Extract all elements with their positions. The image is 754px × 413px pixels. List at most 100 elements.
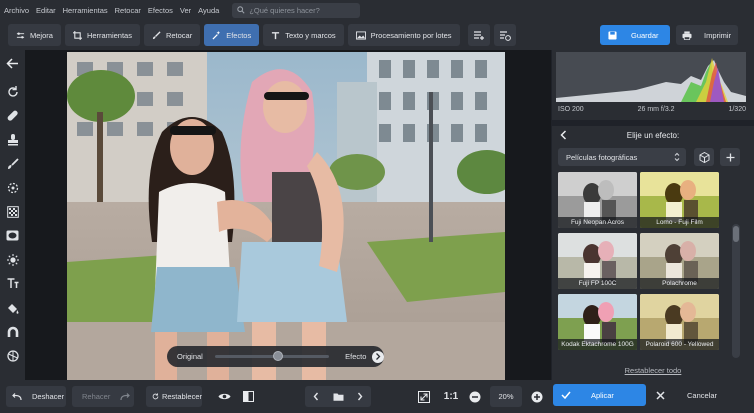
add-layer-button[interactable] xyxy=(467,24,490,46)
tab-procesamiento-lotes[interactable]: Procesamiento por lotes xyxy=(347,24,460,46)
preview-eye-button[interactable] xyxy=(214,386,234,407)
split-view-icon xyxy=(242,391,254,402)
effect-thumb-label: Polachrome xyxy=(640,278,719,289)
plus-icon xyxy=(726,153,734,161)
menu-ver[interactable]: Ver xyxy=(180,6,191,15)
restore-label: Restablecer xyxy=(161,392,202,401)
tab-mejora-label: Mejora xyxy=(30,30,53,40)
tab-texto-marcos[interactable]: Texto y marcos xyxy=(263,24,344,46)
apply-button[interactable]: Aplicar xyxy=(553,384,646,406)
effect-thumb-label: Fuji Neopan Acros xyxy=(558,217,637,228)
vignette-icon[interactable] xyxy=(5,228,20,243)
exif-info: ISO 200 26 mm f/3.2 1/320 xyxy=(558,106,746,113)
effect-thumb-label: Fuji FP 100C xyxy=(558,278,637,289)
effect-category-value: Películas fotográficas xyxy=(566,152,638,162)
zoom-out-button[interactable] xyxy=(468,386,482,407)
close-icon xyxy=(656,390,665,400)
magnet-icon[interactable] xyxy=(5,324,20,339)
compare-track[interactable] xyxy=(214,351,330,361)
save-label: Guardar xyxy=(631,30,659,40)
chevron-right-icon xyxy=(357,392,363,401)
plus-circle-icon xyxy=(531,391,543,402)
reset-all-link[interactable]: Restablecer todo xyxy=(552,366,754,375)
redo-label: Rehacer xyxy=(82,392,111,401)
zoom-in-button[interactable] xyxy=(530,386,544,407)
tab-retocar[interactable]: Retocar xyxy=(143,24,201,46)
tab-procesamiento-lotes-label: Procesamiento por lotes xyxy=(370,30,452,40)
compare-split-button[interactable] xyxy=(238,386,258,407)
print-button[interactable]: Imprimir xyxy=(676,25,738,45)
search-input[interactable]: ¿Qué quieres hacer? xyxy=(232,2,361,18)
brush-icon[interactable] xyxy=(5,156,20,171)
undo-button[interactable]: Deshacer xyxy=(6,386,66,407)
effect-category-select[interactable]: Películas fotográficas xyxy=(558,148,686,166)
before-after-slider[interactable]: Original Efecto xyxy=(167,346,384,367)
circle-select-icon[interactable] xyxy=(5,180,20,195)
next-image-button[interactable] xyxy=(349,386,371,407)
tab-efectos[interactable]: Efectos xyxy=(204,24,260,46)
save-button[interactable]: Guardar xyxy=(600,25,670,45)
restore-button[interactable]: Restablecer xyxy=(146,386,202,407)
effects-grid: Fuji Neopan Acros Lomo - Fuji Film Fuji … xyxy=(558,172,720,358)
restore-icon xyxy=(152,393,159,400)
chevron-left-icon[interactable] xyxy=(560,130,567,140)
photo-canvas[interactable]: Original Efecto xyxy=(25,50,551,380)
menu-herramientas[interactable]: Herramientas xyxy=(63,6,108,15)
history-button[interactable] xyxy=(493,24,516,46)
compare-arrow-button[interactable] xyxy=(372,350,384,363)
tab-herramientas-label: Herramientas xyxy=(86,30,132,40)
brush-icon xyxy=(152,30,161,39)
effect-thumb-label: Polaroid 600 - Yellowed xyxy=(640,339,719,350)
compare-knob[interactable] xyxy=(272,351,283,361)
scrollbar-thumb[interactable] xyxy=(733,226,739,242)
grain-icon[interactable] xyxy=(5,204,20,219)
bucket-icon[interactable] xyxy=(5,300,20,315)
effect-thumb[interactable]: Polachrome xyxy=(640,233,719,289)
fit-screen-icon xyxy=(418,390,430,403)
add-preset-button[interactable] xyxy=(720,148,740,166)
menu-editar[interactable]: Editar xyxy=(36,6,56,15)
apply-label: Aplicar xyxy=(591,390,614,400)
zoom-level[interactable]: 20% xyxy=(490,386,522,407)
stamp-icon[interactable] xyxy=(5,132,20,147)
redo-icon xyxy=(120,392,131,400)
effects-scrollbar[interactable] xyxy=(732,224,740,358)
search-placeholder: ¿Qué quieres hacer? xyxy=(249,5,320,15)
tab-mejora[interactable]: Mejora xyxy=(8,24,61,46)
cancel-button[interactable]: Cancelar xyxy=(650,384,750,406)
effects-header: Elije un efecto: xyxy=(552,126,754,144)
eye-icon xyxy=(218,393,230,400)
sun-icon[interactable] xyxy=(5,252,20,267)
menu-archivo[interactable]: Archivo xyxy=(4,6,29,15)
redo-button[interactable]: Rehacer xyxy=(72,386,134,407)
text-icon[interactable] xyxy=(5,276,20,291)
cube-icon xyxy=(699,151,709,163)
rotate-icon[interactable] xyxy=(5,84,20,99)
prev-image-button[interactable] xyxy=(305,386,327,407)
manage-presets-button[interactable] xyxy=(694,148,714,166)
folder-icon xyxy=(333,393,343,401)
effect-thumb[interactable]: Kodak Ektachrome 100G xyxy=(558,294,637,350)
effect-thumb[interactable]: Polaroid 600 - Yellowed xyxy=(640,294,719,350)
chevron-updown-icon xyxy=(674,152,680,162)
back-arrow-icon[interactable] xyxy=(5,56,20,71)
actual-size-button[interactable]: 1:1 xyxy=(440,386,462,407)
chevron-left-icon xyxy=(313,392,319,401)
left-toolbar xyxy=(0,50,25,380)
tab-herramientas[interactable]: Herramientas xyxy=(64,24,140,46)
shutter-value: 1/320 xyxy=(728,106,746,113)
effect-thumb[interactable]: Fuji FP 100C xyxy=(558,233,637,289)
effect-thumb[interactable]: Fuji Neopan Acros xyxy=(558,172,637,228)
effect-thumb[interactable]: Lomo - Fuji Film xyxy=(640,172,719,228)
open-folder-button[interactable] xyxy=(327,386,349,407)
minus-circle-icon xyxy=(469,391,481,402)
tab-texto-marcos-label: Texto y marcos xyxy=(285,30,336,40)
fit-screen-button[interactable] xyxy=(414,386,434,407)
floppy-icon xyxy=(608,30,617,40)
menu-efectos[interactable]: Efectos xyxy=(148,6,173,15)
images-icon xyxy=(355,30,366,40)
menu-retocar[interactable]: Retocar xyxy=(115,6,141,15)
heal-icon[interactable] xyxy=(5,108,20,123)
palette-icon[interactable] xyxy=(5,348,20,363)
menu-ayuda[interactable]: Ayuda xyxy=(198,6,219,15)
